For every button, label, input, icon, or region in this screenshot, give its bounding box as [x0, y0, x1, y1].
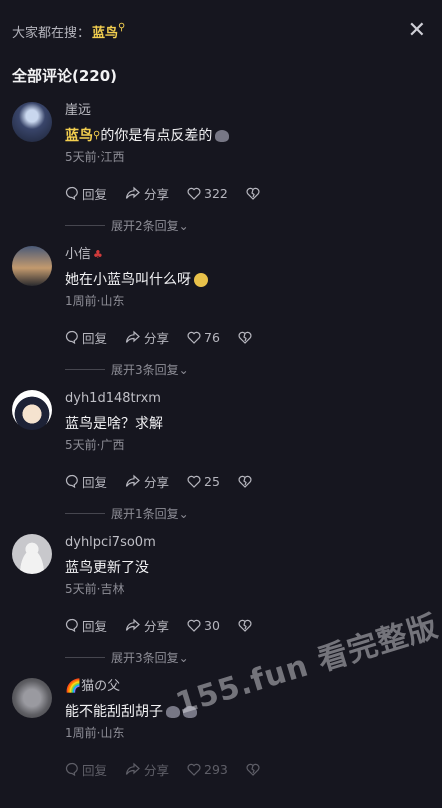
- like-button[interactable]: 322: [187, 186, 228, 201]
- close-button[interactable]: ✕: [408, 20, 426, 42]
- broken-heart-icon: [238, 331, 252, 344]
- avatar[interactable]: [12, 246, 52, 286]
- share-icon: [125, 618, 140, 631]
- heart-icon: [187, 763, 201, 776]
- broken-heart-icon: [238, 475, 252, 488]
- share-icon: [125, 762, 140, 775]
- comment-text: 蓝鸟⚲的你是有点反差的: [65, 126, 432, 146]
- comment-username[interactable]: 崖远: [65, 102, 432, 120]
- share-icon: [125, 330, 140, 343]
- comment-actions: 回复 分享 293: [65, 759, 432, 779]
- dislike-button[interactable]: [238, 619, 255, 632]
- expand-replies-button[interactable]: 展开2条回复 ⌄: [65, 217, 432, 234]
- reply-button[interactable]: 回复: [65, 760, 107, 779]
- comment-text: 她在小蓝鸟叫什么呀: [65, 270, 432, 290]
- like-button[interactable]: 25: [187, 474, 220, 489]
- like-button[interactable]: 76: [187, 330, 220, 345]
- reply-button[interactable]: 回复: [65, 184, 107, 203]
- share-icon: [125, 186, 140, 199]
- comment-text: 蓝鸟更新了没: [65, 560, 149, 576]
- maple-leaf-icon: ♣: [93, 248, 103, 261]
- dislike-button[interactable]: [246, 763, 263, 776]
- share-button[interactable]: 分享: [125, 472, 169, 491]
- comment-actions: 回复 分享 322: [65, 183, 432, 203]
- share-button[interactable]: 分享: [125, 616, 169, 635]
- heart-icon: [187, 331, 201, 344]
- reply-icon: [65, 762, 78, 776]
- comment-username[interactable]: dyhlpci7so0m: [65, 534, 432, 552]
- comment-meta: 1周前·山东: [65, 294, 125, 308]
- comment-text: 能不能刮刮胡子: [65, 702, 432, 722]
- keyword-highlight[interactable]: 蓝鸟: [65, 128, 93, 144]
- comment-username[interactable]: 小信 ♣: [65, 246, 432, 264]
- comment-body: 能不能刮刮胡子: [65, 704, 163, 720]
- search-keyword-link[interactable]: 蓝鸟: [92, 26, 118, 41]
- chevron-down-icon: ⌄: [178, 650, 189, 665]
- like-button[interactable]: 293: [187, 762, 228, 777]
- heart-icon: [187, 187, 201, 200]
- avatar[interactable]: [12, 390, 52, 430]
- search-suggestion-label: 大家都在搜：: [12, 26, 91, 41]
- share-icon: [125, 474, 140, 487]
- crying-emoji-icon: [194, 273, 208, 287]
- avatar[interactable]: [12, 102, 52, 142]
- dislike-button[interactable]: [238, 331, 255, 344]
- avatar[interactable]: [12, 678, 52, 718]
- expand-replies-button[interactable]: 展开3条回复 ⌄: [65, 361, 432, 378]
- heart-icon: [187, 475, 201, 488]
- expand-replies-button[interactable]: 展开1条回复 ⌄: [65, 505, 432, 522]
- reply-icon: [65, 330, 78, 344]
- reply-button[interactable]: 回复: [65, 328, 107, 347]
- comment-body: 她在小蓝鸟叫什么呀: [65, 272, 191, 288]
- chevron-down-icon: ⌄: [178, 506, 189, 521]
- comment-meta: 5天前·吉林: [65, 582, 125, 596]
- chevron-down-icon: ⌄: [178, 218, 189, 233]
- search-suggestion-bar: 大家都在搜： 蓝鸟⚲: [12, 22, 125, 41]
- reply-icon: [65, 618, 78, 632]
- comment-meta: 5天前·广西: [65, 438, 125, 452]
- avatar[interactable]: [12, 534, 52, 574]
- share-button[interactable]: 分享: [125, 184, 169, 203]
- broken-heart-icon: [238, 619, 252, 632]
- comment-text: 蓝鸟是啥？求解: [65, 416, 163, 432]
- share-button[interactable]: 分享: [125, 760, 169, 779]
- share-button[interactable]: 分享: [125, 328, 169, 347]
- comment-body: 的你是有点反差的: [100, 128, 213, 144]
- comment-meta: 1周前·山东: [65, 726, 125, 740]
- reply-button[interactable]: 回复: [65, 472, 107, 491]
- broken-heart-icon: [246, 763, 260, 776]
- comment-meta: 5天前·江西: [65, 150, 125, 164]
- comment-actions: 回复 分享 25: [65, 471, 432, 491]
- comment-count-title: 全部评论(220): [12, 67, 118, 85]
- reply-button[interactable]: 回复: [65, 616, 107, 635]
- chevron-down-icon: ⌄: [178, 362, 189, 377]
- cat-emoji-icon: [215, 130, 230, 142]
- reply-icon: [65, 186, 78, 200]
- broken-heart-icon: [246, 187, 260, 200]
- dislike-button[interactable]: [238, 475, 255, 488]
- comment-actions: 回复 分享 76: [65, 327, 432, 347]
- like-button[interactable]: 30: [187, 618, 220, 633]
- heart-icon: [187, 619, 201, 632]
- comment-username[interactable]: dyh1d148trxm: [65, 390, 432, 408]
- reply-icon: [65, 474, 78, 488]
- dislike-button[interactable]: [246, 187, 263, 200]
- search-icon: ⚲: [118, 22, 126, 33]
